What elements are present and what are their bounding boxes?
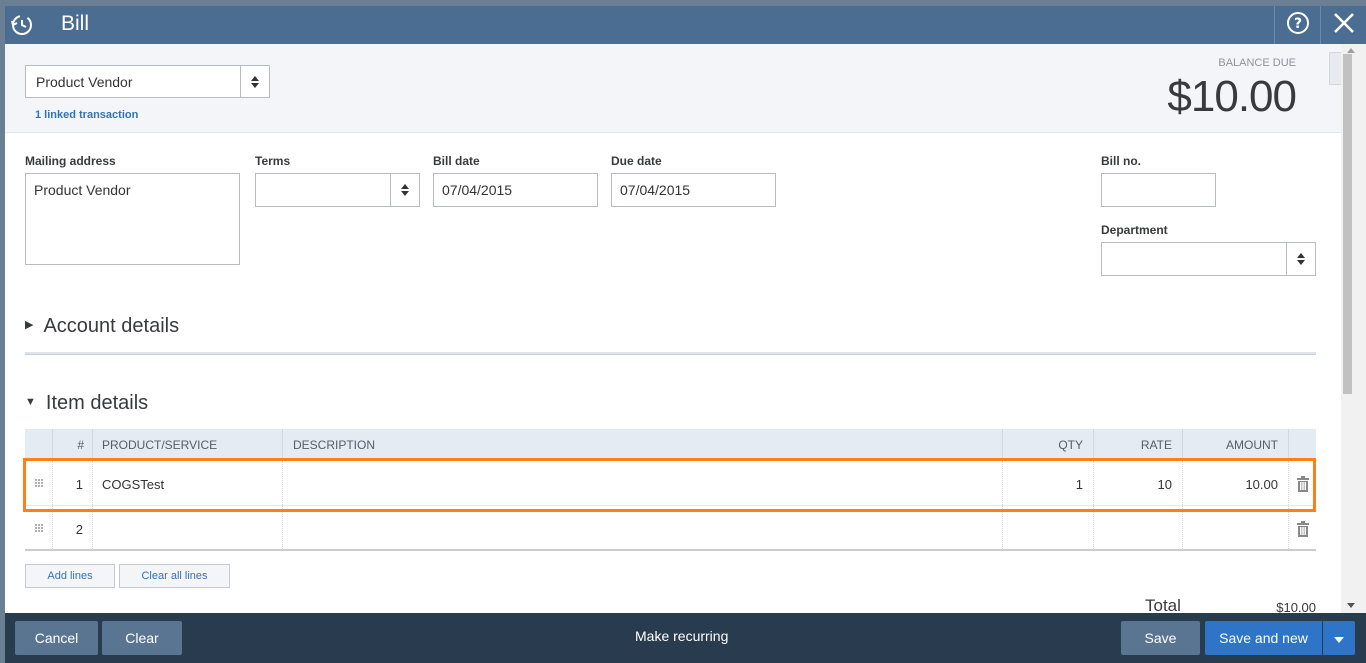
scroll-up-icon[interactable]	[1347, 48, 1355, 53]
footer-bar: Cancel Clear Make recurring Save Save an…	[5, 613, 1366, 663]
window-title: Bill	[61, 12, 90, 35]
add-lines-button[interactable]: Add lines	[25, 564, 115, 588]
caret-right-icon: ▶	[25, 319, 34, 332]
make-recurring-link[interactable]: Make recurring	[635, 628, 728, 644]
help-button[interactable]: ?	[1274, 6, 1320, 44]
table-header-description: DESCRIPTION	[283, 429, 1003, 459]
drag-handle-icon[interactable]	[25, 461, 53, 505]
bill-date-value: 07/04/2015	[442, 182, 513, 198]
recent-history-icon[interactable]	[9, 12, 35, 38]
table-row[interactable]: 2	[25, 506, 1316, 551]
balance-due-label: BALANCE DUE	[1218, 57, 1296, 69]
vendor-value: Product Vendor	[36, 74, 133, 90]
clear-button[interactable]: Clear	[102, 621, 182, 655]
description-cell[interactable]	[283, 461, 1003, 505]
trash-icon	[1297, 476, 1309, 492]
table-row[interactable]: 1 COGSTest 1 10 10.00	[25, 461, 1316, 506]
table-header-actions	[1289, 429, 1316, 459]
delete-row-button[interactable]	[1289, 506, 1316, 549]
cancel-button[interactable]: Cancel	[15, 621, 98, 655]
mailing-address-field[interactable]: Product Vendor	[25, 173, 240, 265]
caret-down-icon: ▼	[25, 395, 36, 408]
drag-handle-icon[interactable]	[25, 506, 53, 549]
table-header: # PRODUCT/SERVICE DESCRIPTION QTY RATE A…	[25, 429, 1316, 459]
table-header-rate: RATE	[1094, 429, 1183, 459]
bill-no-label: Bill no.	[1101, 154, 1141, 168]
product-cell[interactable]	[93, 506, 283, 549]
sort-arrows-icon[interactable]	[1286, 243, 1315, 275]
description-cell[interactable]	[283, 506, 1003, 549]
linked-transaction-link[interactable]: 1 linked transaction	[35, 109, 138, 121]
title-bar: Bill ?	[5, 6, 1366, 44]
table-header-drag	[25, 429, 53, 459]
save-options-dropdown[interactable]	[1323, 621, 1355, 655]
help-icon: ?	[1286, 11, 1310, 40]
chevron-down-icon	[1334, 630, 1344, 646]
delete-row-button[interactable]	[1289, 461, 1316, 505]
rate-cell[interactable]	[1094, 506, 1183, 549]
due-date-label: Due date	[611, 154, 662, 168]
terms-select[interactable]	[255, 173, 420, 207]
mailing-address-value: Product Vendor	[34, 182, 131, 198]
department-label: Department	[1101, 223, 1168, 237]
trash-icon	[1297, 521, 1309, 537]
balance-due-amount: $10.00	[1167, 72, 1297, 121]
account-details-toggle[interactable]: ▶ Account details	[25, 315, 179, 338]
table-header-amount: AMOUNT	[1183, 429, 1289, 459]
row-number: 1	[53, 461, 93, 505]
qty-cell[interactable]: 1	[1003, 461, 1094, 505]
due-date-field[interactable]: 07/04/2015	[611, 173, 776, 207]
bill-date-field[interactable]: 07/04/2015	[433, 173, 598, 207]
header-panel: Product Vendor 1 linked transaction BALA…	[5, 44, 1341, 133]
close-button[interactable]	[1320, 6, 1366, 44]
qty-cell[interactable]	[1003, 506, 1094, 549]
row-number: 2	[53, 506, 93, 549]
rate-cell[interactable]: 10	[1094, 461, 1183, 505]
svg-text:?: ?	[1293, 16, 1301, 32]
item-details-toggle[interactable]: ▼ Item details	[25, 392, 148, 415]
item-details-title: Item details	[45, 392, 149, 414]
table-header-qty: QTY	[1003, 429, 1094, 459]
section-divider	[25, 352, 1316, 355]
terms-label: Terms	[255, 154, 291, 168]
table-header-product: PRODUCT/SERVICE	[93, 429, 283, 459]
bill-date-label: Bill date	[433, 154, 480, 168]
due-date-value: 07/04/2015	[620, 182, 691, 198]
save-and-new-button[interactable]: Save and new	[1205, 621, 1322, 655]
department-select[interactable]	[1101, 242, 1316, 276]
vendor-select[interactable]: Product Vendor	[25, 65, 270, 98]
account-details-title: Account details	[43, 315, 180, 337]
scroll-down-icon[interactable]	[1347, 603, 1355, 608]
bill-window: Bill ? Product Vendor 1 linked transacti…	[5, 6, 1366, 663]
clear-all-lines-button[interactable]: Clear all lines	[119, 564, 230, 588]
table-header-num: #	[53, 429, 93, 459]
mailing-address-label: Mailing address	[25, 154, 116, 168]
product-cell[interactable]: COGSTest	[93, 461, 283, 505]
bill-no-field[interactable]	[1101, 173, 1216, 207]
scrollbar-thumb[interactable]	[1343, 54, 1352, 394]
amount-cell[interactable]: 10.00	[1183, 461, 1289, 505]
sort-arrows-icon[interactable]	[390, 174, 419, 206]
sort-arrows-icon[interactable]	[240, 66, 269, 97]
save-button[interactable]: Save	[1121, 621, 1200, 655]
amount-cell[interactable]	[1183, 506, 1289, 549]
close-icon	[1333, 12, 1355, 39]
